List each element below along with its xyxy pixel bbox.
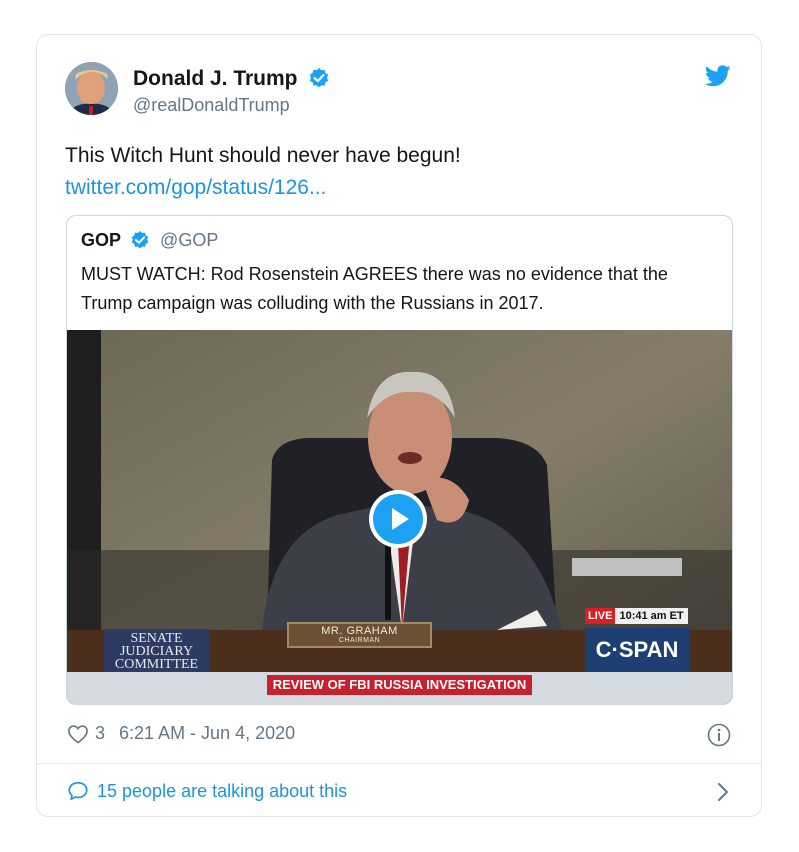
author-name[interactable]: Donald J. Trump	[133, 67, 329, 91]
senate-judiciary-logo: SENATE JUDICIARY COMMITTEE	[104, 629, 209, 673]
speaker-nameplate: MR. GRAHAM CHAIRMAN	[287, 622, 432, 648]
talking-about-text[interactable]: 15 people are talking about this	[97, 781, 347, 802]
tweet-text: This Witch Hunt should never have begun!	[65, 144, 461, 167]
tweet-meta: 3 6:21 AM - Jun 4, 2020	[67, 723, 295, 744]
author-handle[interactable]: @realDonaldTrump	[133, 95, 290, 116]
info-icon[interactable]	[707, 723, 731, 747]
nameplate-title: CHAIRMAN	[338, 637, 381, 644]
nameplate-name: MR. GRAHAM	[321, 625, 398, 637]
heart-icon[interactable]	[67, 724, 89, 744]
author-name-text[interactable]: Donald J. Trump	[133, 67, 298, 90]
live-badge: LIVE	[585, 608, 616, 624]
chevron-right-icon[interactable]	[715, 781, 731, 803]
verified-badge-icon	[310, 68, 329, 88]
live-indicator: LIVE 10:41 am ET	[585, 608, 688, 624]
speech-bubble-icon	[68, 781, 88, 801]
play-icon	[373, 494, 423, 544]
twitter-bird-icon[interactable]	[705, 65, 731, 87]
live-time: 10:41 am ET	[615, 608, 688, 624]
like-count[interactable]: 3	[95, 723, 105, 744]
quoted-author-name[interactable]: GOP	[81, 230, 121, 250]
tweet-link[interactable]: twitter.com/gop/status/126...	[65, 173, 326, 203]
play-button[interactable]	[369, 490, 427, 548]
quoted-tweet-text: MUST WATCH: Rod Rosenstein AGREES there …	[81, 264, 668, 313]
cspan-logo: C·SPAN	[585, 628, 689, 672]
divider	[37, 763, 761, 764]
quoted-tweet[interactable]: GOP @GOP MUST WATCH: Rod Rosenstein AGRE…	[66, 215, 733, 705]
quoted-verified-badge-icon	[131, 231, 149, 249]
quoted-tweet-header: GOP @GOP	[81, 230, 218, 251]
talking-about-link[interactable]: 15 people are talking about this	[67, 780, 347, 802]
quoted-author-handle[interactable]: @GOP	[160, 230, 218, 250]
chyron-text: REVIEW OF FBI RUSSIA INVESTIGATION	[267, 675, 532, 695]
embedded-tweet-card: Donald J. Trump @realDonaldTrump This Wi…	[36, 34, 762, 817]
video-player[interactable]: SENATE JUDICIARY COMMITTEE MR. GRAHAM CH…	[67, 330, 732, 704]
tweet-timestamp[interactable]: 6:21 AM - Jun 4, 2020	[119, 723, 295, 744]
author-avatar[interactable]	[65, 62, 118, 115]
